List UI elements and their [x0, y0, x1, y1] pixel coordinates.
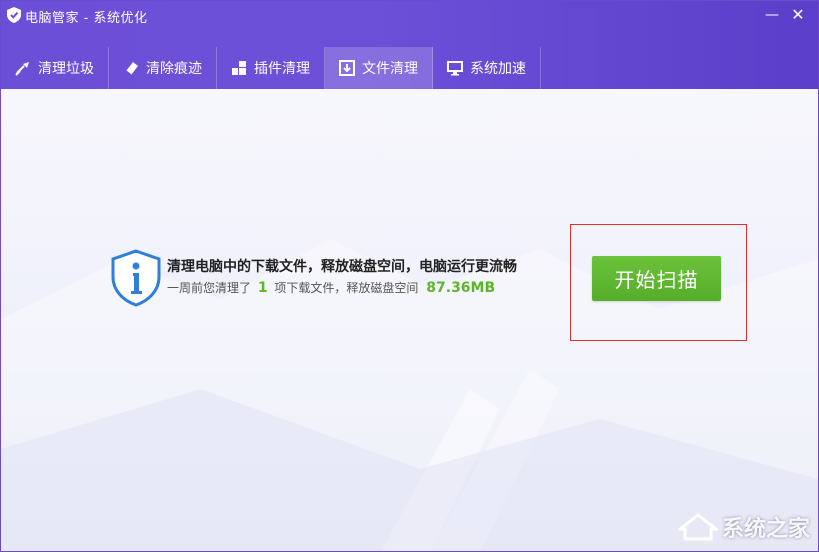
main-content: 清理电脑中的下载文件，释放磁盘空间，电脑运行更流畅 一周前您清理了 1 项下载文…	[1, 89, 818, 551]
tab-bar: 清理垃圾 清除痕迹 插件清理 文件清理 系统加速	[1, 47, 541, 89]
shield-logo-icon	[7, 7, 21, 23]
broom-icon	[15, 62, 29, 76]
title-bar: 电脑管家 - 系统优化 — ✕	[1, 1, 818, 29]
eraser-icon	[125, 62, 138, 76]
freed-size: 87.36MB	[426, 280, 496, 296]
tab-label: 文件清理	[362, 61, 418, 77]
minimize-button[interactable]: —	[762, 5, 782, 25]
info-shield-icon	[111, 249, 161, 307]
watermark-text: 系统之家	[721, 517, 810, 542]
puzzle-icon	[232, 61, 246, 75]
window-title: 电脑管家 - 系统优化	[25, 11, 148, 26]
tab-label: 系统加速	[470, 61, 526, 77]
app-window: 电脑管家 - 系统优化 — ✕ 清理垃圾 清除痕迹 插件清理 文件清理 系统加速…	[0, 0, 819, 552]
tab-label: 插件清理	[254, 61, 310, 77]
download-file-icon	[339, 60, 355, 76]
tab-clear-traces[interactable]: 清除痕迹	[109, 47, 217, 89]
tab-label: 清理垃圾	[38, 61, 94, 77]
summary-middle: 项下载文件，释放磁盘空间	[274, 281, 419, 295]
tab-file-clean[interactable]: 文件清理	[325, 47, 433, 89]
tab-plugin-clean[interactable]: 插件清理	[217, 47, 325, 89]
house-logo-icon	[677, 513, 718, 541]
watermark: 系统之家	[677, 511, 810, 543]
last-clean-summary: 一周前您清理了 1 项下载文件，释放磁盘空间 87.36MB	[167, 279, 495, 296]
tab-label: 清除痕迹	[146, 61, 202, 77]
summary-prefix: 一周前您清理了	[167, 281, 252, 295]
header: 电脑管家 - 系统优化 — ✕ 清理垃圾 清除痕迹 插件清理 文件清理 系统加速	[1, 1, 818, 89]
description-headline: 清理电脑中的下载文件，释放磁盘空间，电脑运行更流畅	[167, 259, 517, 275]
tab-clean-junk[interactable]: 清理垃圾	[1, 47, 109, 89]
start-scan-button[interactable]: 开始扫描	[592, 256, 721, 301]
close-button[interactable]: ✕	[788, 5, 808, 25]
tab-system-speedup[interactable]: 系统加速	[433, 47, 541, 89]
cleaned-count: 1	[257, 280, 268, 296]
monitor-icon	[447, 61, 463, 76]
